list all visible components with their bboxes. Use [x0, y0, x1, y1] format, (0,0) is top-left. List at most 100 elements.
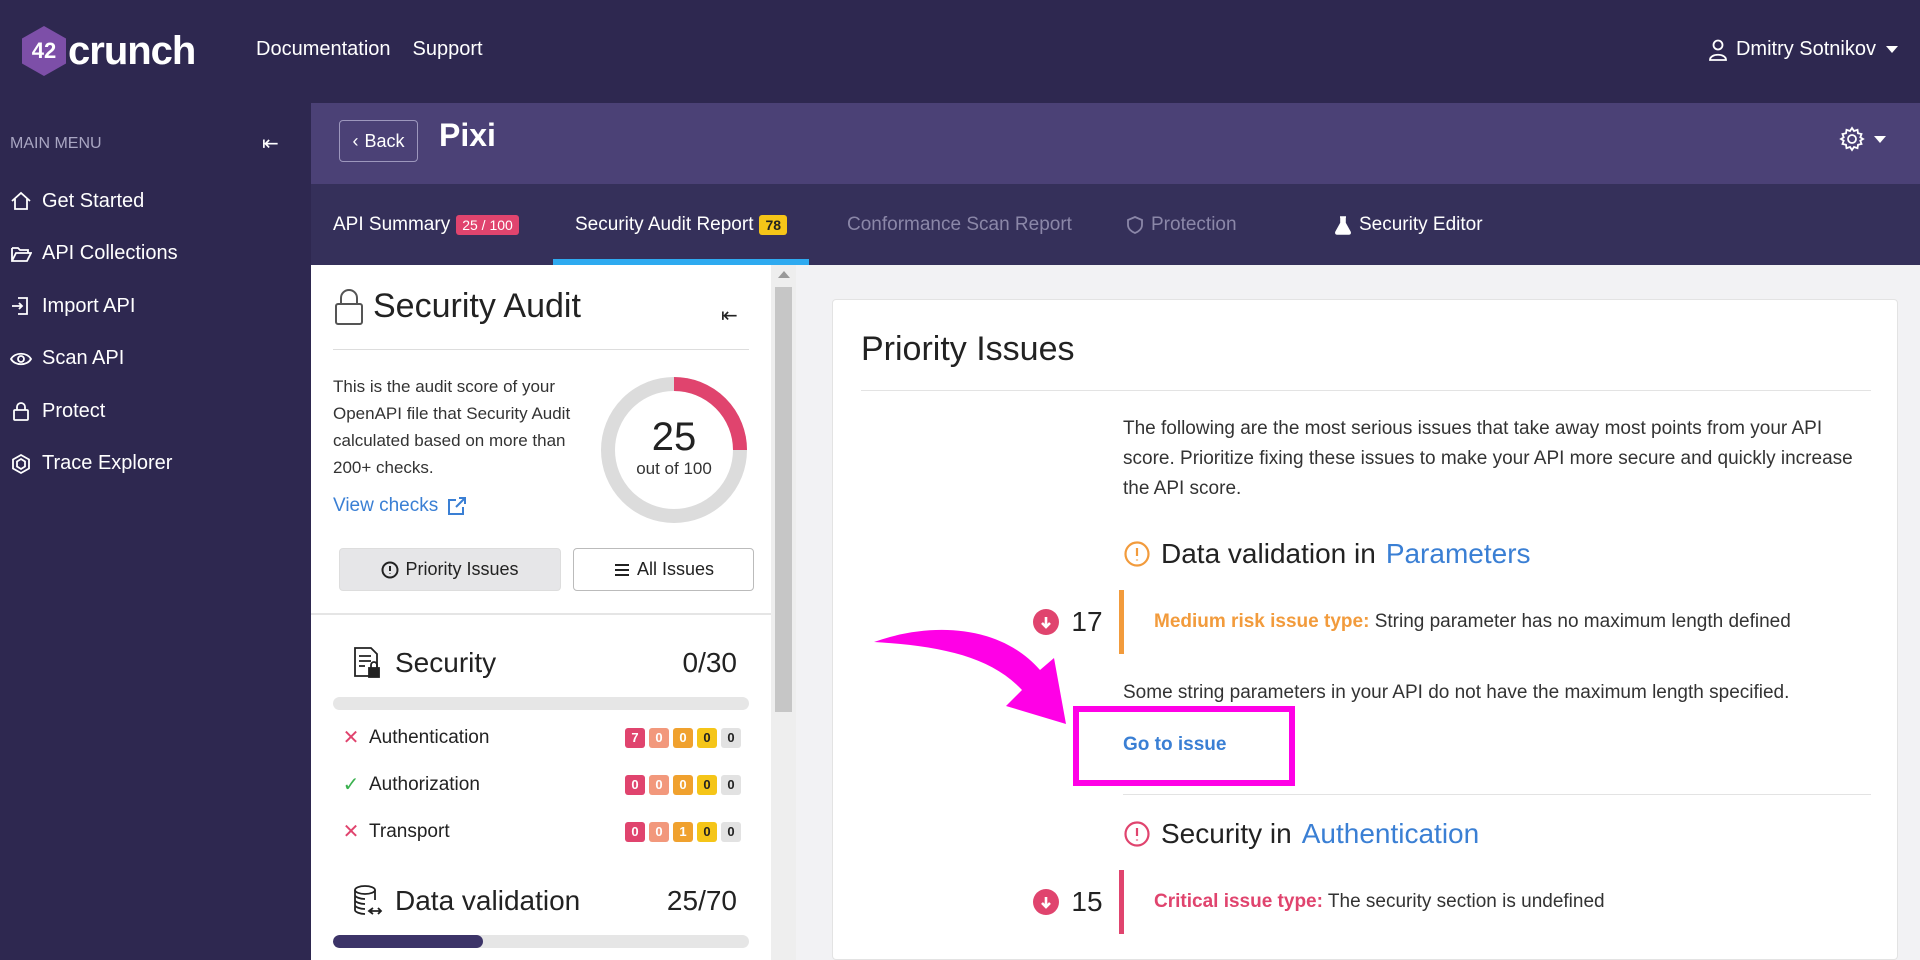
- view-checks-link[interactable]: View checks: [333, 495, 468, 517]
- issue-group-header: Data validation in Parameters: [1123, 538, 1531, 570]
- info-count: 0: [721, 727, 741, 748]
- issue-counts: 0 0 0 0 0: [625, 774, 741, 795]
- subcategory-row[interactable]: ✓ Authorization 0 0 0 0 0: [333, 761, 749, 808]
- documentation-link[interactable]: Documentation: [256, 38, 391, 61]
- back-button-label: Back: [364, 130, 405, 151]
- sidebar-item-protect[interactable]: Protect: [10, 385, 178, 438]
- risk-label: Critical issue type:: [1154, 891, 1323, 912]
- panel-collapse-icon[interactable]: ⇤: [721, 303, 738, 328]
- import-icon: [12, 297, 28, 316]
- tab-conformance-scan-report[interactable]: Conformance Scan Report: [825, 184, 1094, 265]
- tab-label: Protection: [1151, 213, 1237, 235]
- flask-icon: [1335, 215, 1351, 235]
- top-nav: Documentation Support: [256, 38, 483, 61]
- tab-bar: API Summary 25 / 100 Security Audit Repo…: [311, 184, 1920, 265]
- user-icon: [1709, 39, 1727, 61]
- issue-group-prefix: Security in: [1161, 818, 1292, 849]
- back-button[interactable]: ‹ Back: [339, 120, 418, 162]
- tab-label: Security Editor: [1359, 213, 1483, 235]
- sidebar-item-get-started[interactable]: Get Started: [10, 175, 178, 228]
- chevron-down-icon: [1874, 135, 1886, 143]
- divider: [1123, 794, 1871, 795]
- audit-description: This is the audit score of your OpenAPI …: [333, 377, 571, 477]
- category-name: Data validation: [395, 885, 581, 916]
- risk-text: The security section is undefined: [1327, 891, 1605, 912]
- risk-label: Medium risk issue type:: [1154, 611, 1370, 632]
- go-to-issue-link[interactable]: Go to issue: [1123, 734, 1226, 756]
- info-count: 0: [721, 774, 741, 795]
- hexagon-icon: [12, 453, 30, 474]
- category-header[interactable]: Data validation 25/70: [333, 879, 749, 923]
- category-score: 25/70: [666, 885, 737, 916]
- main-menu: Get Started API Collections Import API S…: [10, 175, 178, 490]
- tab-label: API Summary: [333, 213, 451, 235]
- database-icon: [354, 885, 383, 915]
- scroll-thumb[interactable]: [775, 287, 792, 712]
- page-title: Pixi: [439, 117, 496, 153]
- risk-text: String parameter has no maximum length d…: [1374, 611, 1791, 632]
- user-menu[interactable]: Dmitry Sotnikov: [1708, 38, 1898, 61]
- category-progress-fill: [333, 935, 483, 948]
- fail-icon: ✕: [342, 821, 360, 843]
- sidebar-item-scan-api[interactable]: Scan API: [10, 333, 178, 386]
- list-icon: [614, 563, 629, 576]
- risk-indicator: [1119, 870, 1124, 934]
- document-lock-icon: [354, 647, 380, 678]
- logo[interactable]: 42 crunch: [22, 26, 196, 76]
- settings-menu[interactable]: [1838, 125, 1886, 153]
- high-count: 0: [649, 774, 669, 795]
- category-header[interactable]: Security 0/30: [333, 641, 749, 685]
- authentication-link[interactable]: Authentication: [1302, 818, 1479, 850]
- tab-label: Security Audit Report: [575, 213, 754, 235]
- tab-security-audit-report[interactable]: Security Audit Report 78: [553, 184, 810, 265]
- top-bar: 42 crunch Documentation Support Dmitry S…: [0, 0, 1920, 103]
- parameters-link[interactable]: Parameters: [1386, 538, 1531, 570]
- subcategory-name: Authorization: [369, 773, 480, 795]
- issue-row: 15 Critical issue type: The security sec…: [1033, 870, 1605, 934]
- tab-api-summary[interactable]: API Summary 25 / 100: [311, 184, 541, 265]
- page-header: ‹ Back Pixi: [311, 103, 1920, 184]
- sidebar-item-api-collections[interactable]: API Collections: [10, 228, 178, 281]
- subcategory-row[interactable]: ✕ Authentication 7 0 0 0 0: [333, 714, 749, 761]
- support-link[interactable]: Support: [413, 38, 483, 61]
- category-score: 0/30: [682, 647, 738, 678]
- panel-scrollbar[interactable]: [771, 265, 796, 960]
- sidebar-item-label: Scan API: [42, 347, 125, 370]
- view-checks-label: View checks: [333, 495, 439, 516]
- subcategory-list: ✕ Authentication 7 0 0 0 0 ✓ Authorizati…: [333, 714, 749, 855]
- category-progress-bar: [333, 697, 749, 710]
- sidebar: MAIN MENU ⇤ Get Started API Collections …: [0, 103, 311, 960]
- logo-mark: 42: [22, 26, 66, 76]
- sidebar-item-label: Get Started: [42, 189, 145, 212]
- sidebar-item-label: Import API: [42, 294, 136, 317]
- exclamation-circle-icon: [1124, 541, 1150, 567]
- tab-protection[interactable]: Protection: [1103, 184, 1259, 265]
- score-badge: 25 / 100: [456, 214, 519, 235]
- critical-count: 0: [625, 774, 645, 795]
- sidebar-item-label: Protect: [42, 399, 106, 422]
- sidebar-item-trace-explorer[interactable]: Trace Explorer: [10, 438, 178, 491]
- issue-counts: 7 0 0 0 0: [625, 727, 741, 748]
- score-value: 25: [651, 415, 697, 459]
- issue-description: Critical issue type: The security sectio…: [1154, 891, 1605, 913]
- issue-row: 17 Medium risk issue type: String parame…: [1033, 590, 1791, 654]
- audit-header: Security Audit: [333, 287, 581, 326]
- divider: [311, 613, 771, 615]
- score-badge: 78: [759, 214, 788, 235]
- subcategory-row[interactable]: ✕ Transport 0 0 1 0 0: [333, 808, 749, 855]
- exclamation-circle-icon: [1124, 821, 1150, 847]
- chevron-left-icon: ‹: [352, 130, 359, 151]
- priority-issues-button[interactable]: Priority Issues: [339, 548, 561, 591]
- category-data-validation: Data validation 25/70: [333, 879, 749, 948]
- low-count: 0: [697, 774, 717, 795]
- all-issues-button[interactable]: All Issues: [573, 548, 754, 591]
- check-icon: ✓: [342, 774, 360, 796]
- tab-security-editor[interactable]: Security Editor: [1311, 184, 1505, 265]
- sidebar-collapse-icon[interactable]: ⇤: [262, 131, 279, 156]
- shield-icon: [1127, 215, 1143, 234]
- scroll-up-icon[interactable]: [778, 271, 790, 278]
- sidebar-item-import-api[interactable]: Import API: [10, 280, 178, 333]
- sidebar-item-label: API Collections: [42, 242, 178, 265]
- category-name: Security: [395, 647, 497, 678]
- main-menu-title: MAIN MENU: [10, 135, 102, 152]
